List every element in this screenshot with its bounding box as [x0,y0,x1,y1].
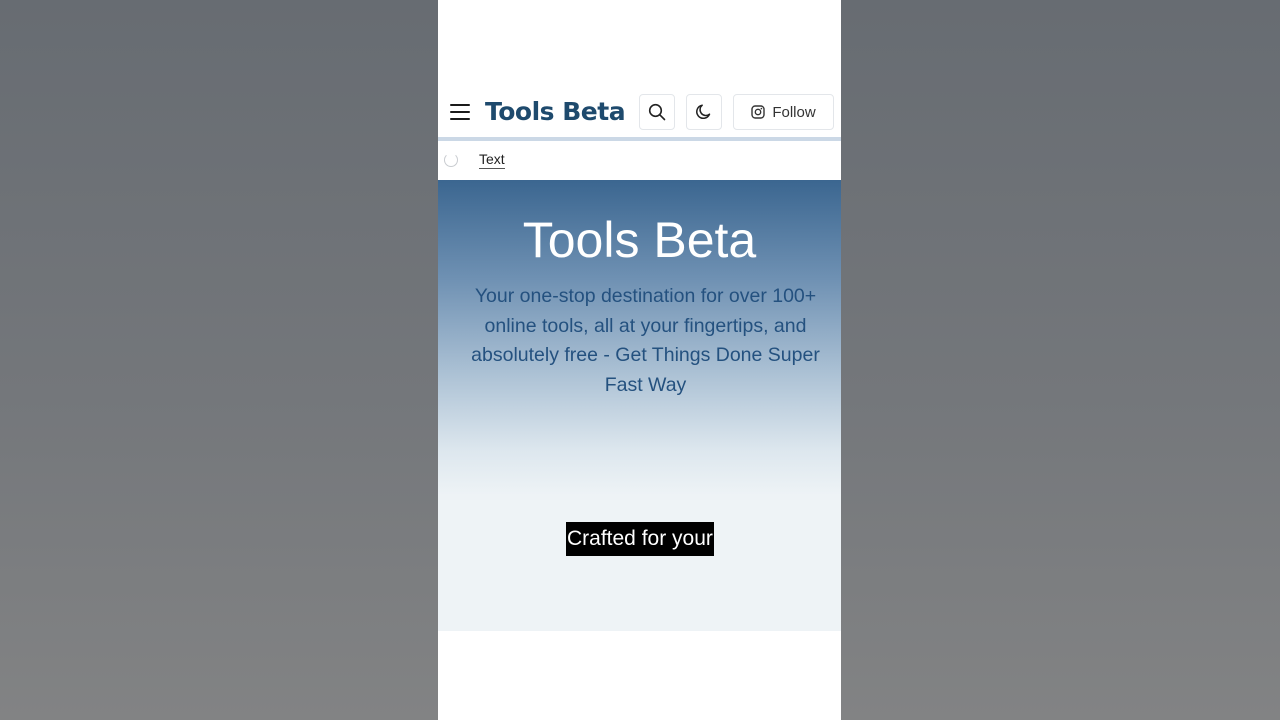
sub-navigation: Text [438,141,841,179]
subnav-link-text[interactable]: Text [479,151,505,169]
search-icon [648,103,666,121]
moon-icon [696,104,711,120]
video-caption: Crafted for your [566,522,714,556]
search-button[interactable] [639,94,675,130]
site-logo[interactable]: Tools Beta [485,95,626,129]
follow-button[interactable]: Follow [733,94,834,130]
phone-screen: Tools Beta Follow Text Tools Beta Your o… [438,0,841,720]
dark-mode-toggle[interactable] [686,94,722,130]
site-header: Tools Beta Follow [438,88,841,136]
follow-label: Follow [772,103,816,121]
hamburger-menu-icon[interactable] [448,100,472,124]
hero-section: Tools Beta Your one-stop destination for… [438,180,841,631]
instagram-icon [751,105,766,119]
loading-spinner-icon [444,153,458,167]
hero-title: Tools Beta [522,212,757,268]
hero-subtitle: Your one-stop destination for over 100+ … [471,285,820,396]
